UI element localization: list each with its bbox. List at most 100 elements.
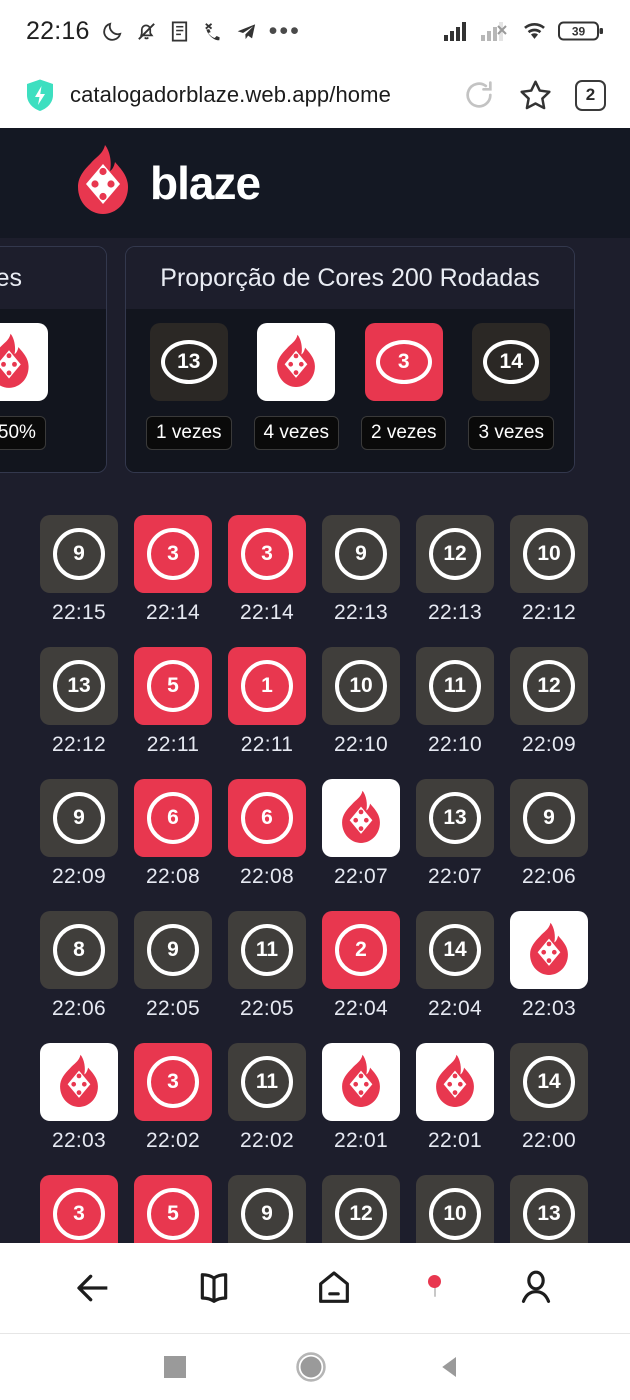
back-triangle-icon[interactable] [436, 1352, 466, 1382]
tile-white[interactable] [510, 911, 588, 989]
tile-gray[interactable]: 11 [416, 647, 494, 725]
tile-white[interactable] [0, 323, 48, 401]
result-cell[interactable]: 14 22:04 [416, 911, 494, 1021]
tile-gray[interactable]: 14 [416, 911, 494, 989]
tile-white[interactable] [322, 779, 400, 857]
result-cell[interactable]: 8 22:06 [40, 911, 118, 1021]
tile-gray[interactable]: 10 [322, 647, 400, 725]
result-cell[interactable]: 10 [416, 1175, 494, 1243]
result-cell[interactable]: 3 22:14 [134, 515, 212, 625]
result-time: 22:04 [427, 997, 483, 1020]
tile-red[interactable]: 2 [322, 911, 400, 989]
tile-white[interactable] [40, 1043, 118, 1121]
browser-url-bar[interactable]: catalogadorblaze.web.app/home 2 [0, 62, 630, 128]
result-cell[interactable]: 9 22:15 [40, 515, 118, 625]
reload-icon[interactable] [462, 78, 496, 112]
result-cell[interactable]: 9 [228, 1175, 306, 1243]
result-cell[interactable]: 11 22:10 [416, 647, 494, 757]
tile-red[interactable]: 6 [228, 779, 306, 857]
tile-gray[interactable]: 9 [40, 515, 118, 593]
wifi-icon [521, 20, 548, 42]
result-cell[interactable]: 22:01 [416, 1043, 494, 1153]
result-cell[interactable]: 11 22:02 [228, 1043, 306, 1153]
tile-gray[interactable]: 8 [40, 911, 118, 989]
tile-red[interactable]: 3 [228, 515, 306, 593]
result-cell[interactable]: 9 22:05 [134, 911, 212, 1021]
tile-gray[interactable]: 11 [228, 911, 306, 989]
result-cell[interactable]: 9 22:09 [40, 779, 118, 889]
tile-red[interactable]: 5 [134, 647, 212, 725]
tile-red[interactable]: 3 [134, 1043, 212, 1121]
tile-gray[interactable]: 9 [134, 911, 212, 989]
tab-thumbnail[interactable] [428, 1275, 441, 1297]
result-cell[interactable]: 10 22:12 [510, 515, 588, 625]
proporcao-item[interactable]: 14 3 vezes [468, 323, 554, 450]
result-cell[interactable]: 22:03 [40, 1043, 118, 1153]
proporcao-item[interactable]: 3 2 vezes [361, 323, 447, 450]
tile-gray[interactable]: 13 [40, 647, 118, 725]
back-icon[interactable] [74, 1268, 114, 1308]
result-cell[interactable]: 13 22:12 [40, 647, 118, 757]
proporcao-badge: 2 vezes [361, 416, 447, 450]
tile-gray[interactable]: 12 [416, 515, 494, 593]
result-cell[interactable]: 2 22:04 [322, 911, 400, 1021]
tile-black[interactable]: 14 [472, 323, 551, 401]
tile-gray[interactable]: 11 [228, 1043, 306, 1121]
tile-white[interactable] [322, 1043, 400, 1121]
tile-gray[interactable]: 9 [228, 1175, 306, 1243]
tile-gray[interactable]: 12 [510, 647, 588, 725]
star-icon[interactable] [518, 78, 553, 113]
result-cell[interactable]: 6 22:08 [134, 779, 212, 889]
tile-gray[interactable]: 12 [322, 1175, 400, 1243]
tile-gray[interactable]: 13 [510, 1175, 588, 1243]
result-cell[interactable]: 12 22:13 [416, 515, 494, 625]
result-cell[interactable]: 13 [510, 1175, 588, 1243]
home-circle-icon[interactable] [294, 1350, 328, 1384]
result-cell[interactable]: 9 22:06 [510, 779, 588, 889]
tile-white[interactable] [416, 1043, 494, 1121]
result-cell[interactable]: 5 22:11 [134, 647, 212, 757]
result-cell[interactable]: 6 22:08 [228, 779, 306, 889]
result-cell[interactable]: 11 22:05 [228, 911, 306, 1021]
result-cell[interactable]: 3 [40, 1175, 118, 1243]
proporcao-item[interactable]: 13 1 vezes [146, 323, 232, 450]
result-cell[interactable]: 10 22:10 [322, 647, 400, 757]
tile-red[interactable]: 6 [134, 779, 212, 857]
profile-icon[interactable] [516, 1268, 556, 1308]
result-cell[interactable]: 12 [322, 1175, 400, 1243]
result-cell[interactable]: 14 22:00 [510, 1043, 588, 1153]
tile-gray[interactable]: 9 [510, 779, 588, 857]
tile-red[interactable]: 3 [364, 323, 443, 401]
tile-gray[interactable]: 9 [40, 779, 118, 857]
tile-white[interactable] [257, 323, 336, 401]
result-cell[interactable]: 5 [134, 1175, 212, 1243]
tile-red[interactable]: 3 [40, 1175, 118, 1243]
cores-card-item[interactable]: 8.50% [0, 323, 48, 450]
tile-red[interactable]: 1 [228, 647, 306, 725]
result-cell[interactable]: 9 22:13 [322, 515, 400, 625]
result-cell[interactable]: 22:07 [322, 779, 400, 889]
tile-gray[interactable]: 10 [510, 515, 588, 593]
bookmarks-book-icon[interactable] [194, 1268, 234, 1308]
tile-gray[interactable]: 13 [416, 779, 494, 857]
tile-gray[interactable]: 14 [510, 1043, 588, 1121]
result-cell[interactable]: 22:01 [322, 1043, 400, 1153]
result-cell[interactable]: 13 22:07 [416, 779, 494, 889]
url-text[interactable]: catalogadorblaze.web.app/home [70, 82, 448, 108]
tab-count-button[interactable]: 2 [575, 79, 606, 111]
result-cell[interactable]: 1 22:11 [228, 647, 306, 757]
tile-gray[interactable]: 9 [322, 515, 400, 593]
result-cell[interactable]: 3 22:14 [228, 515, 306, 625]
home-icon[interactable] [314, 1268, 354, 1308]
tile-gray[interactable]: 10 [416, 1175, 494, 1243]
result-cell[interactable]: 22:03 [510, 911, 588, 1021]
proporcao-item[interactable]: 4 vezes [253, 323, 339, 450]
tile-black[interactable]: 13 [149, 323, 228, 401]
android-status-bar: 22:16 ••• 39 [0, 0, 630, 62]
result-cell[interactable]: 3 22:02 [134, 1043, 212, 1153]
tile-red[interactable]: 5 [134, 1175, 212, 1243]
result-time: 22:13 [427, 601, 483, 624]
tile-red[interactable]: 3 [134, 515, 212, 593]
result-cell[interactable]: 12 22:09 [510, 647, 588, 757]
recents-square-icon[interactable] [164, 1356, 186, 1378]
